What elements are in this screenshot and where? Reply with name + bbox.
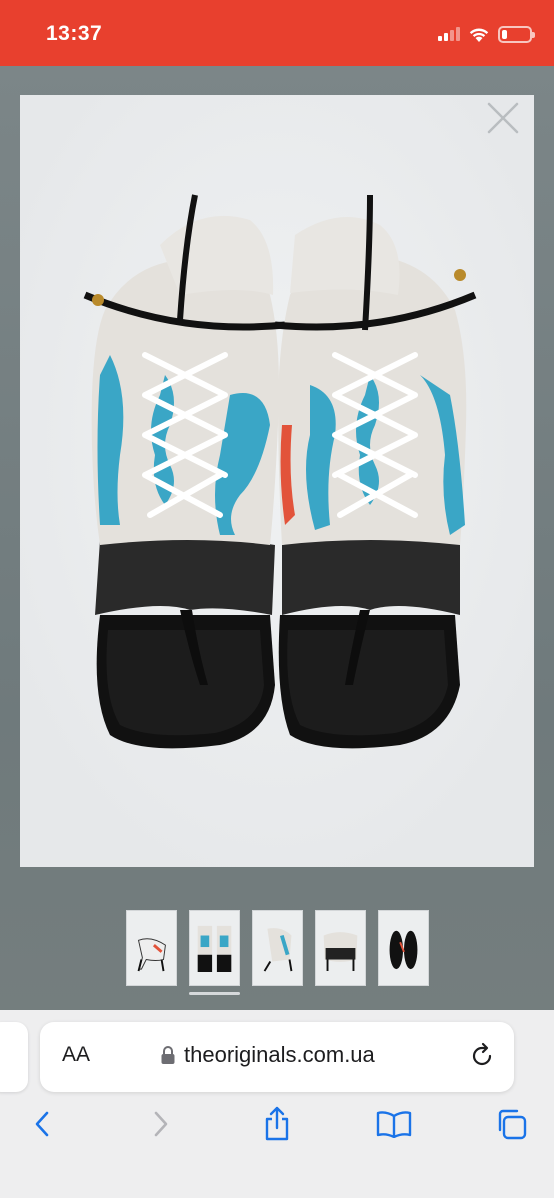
product-photo (20, 95, 534, 867)
status-time: 13:37 (46, 22, 103, 45)
thumbnail-3[interactable] (252, 910, 303, 986)
previous-tab-address-bar[interactable] (0, 1022, 28, 1092)
bookmarks-icon (376, 1111, 412, 1138)
signal-icon (438, 27, 460, 41)
forward-icon (154, 1111, 168, 1137)
url-text: theoriginals.com.ua (184, 1042, 375, 1067)
thumbnail-1[interactable] (126, 910, 177, 986)
thumbnail-strip (126, 910, 429, 986)
share-icon (265, 1106, 289, 1141)
share-button[interactable] (257, 1104, 297, 1144)
close-icon[interactable] (486, 101, 520, 135)
bookmarks-button[interactable] (374, 1104, 414, 1144)
address-bar[interactable]: AA theoriginals.com.ua (40, 1022, 514, 1092)
status-icons (438, 22, 535, 46)
tabs-icon (498, 1109, 527, 1140)
thumbnail-selection-indicator (189, 992, 240, 995)
browser-bottom-panel: AA theoriginals.com.ua (0, 1010, 554, 1198)
thumbnail-2[interactable] (189, 910, 240, 986)
reload-icon[interactable] (468, 1042, 496, 1070)
lock-icon (161, 1046, 175, 1064)
tabs-button[interactable] (491, 1104, 531, 1144)
back-button[interactable] (22, 1104, 62, 1144)
back-icon (35, 1111, 49, 1137)
url-field[interactable]: theoriginals.com.ua (160, 1042, 375, 1068)
thumbnail-4[interactable] (315, 910, 366, 986)
aa-button[interactable]: AA (62, 1043, 90, 1067)
status-bar: 13:37 (0, 0, 554, 66)
wifi-icon (469, 28, 489, 42)
thumbnail-5[interactable] (378, 910, 429, 986)
image-viewer[interactable] (20, 95, 534, 867)
battery-icon (498, 25, 535, 43)
browser-toolbar (0, 1100, 554, 1160)
forward-button[interactable] (141, 1104, 181, 1144)
aa-label: AA (62, 1043, 91, 1066)
